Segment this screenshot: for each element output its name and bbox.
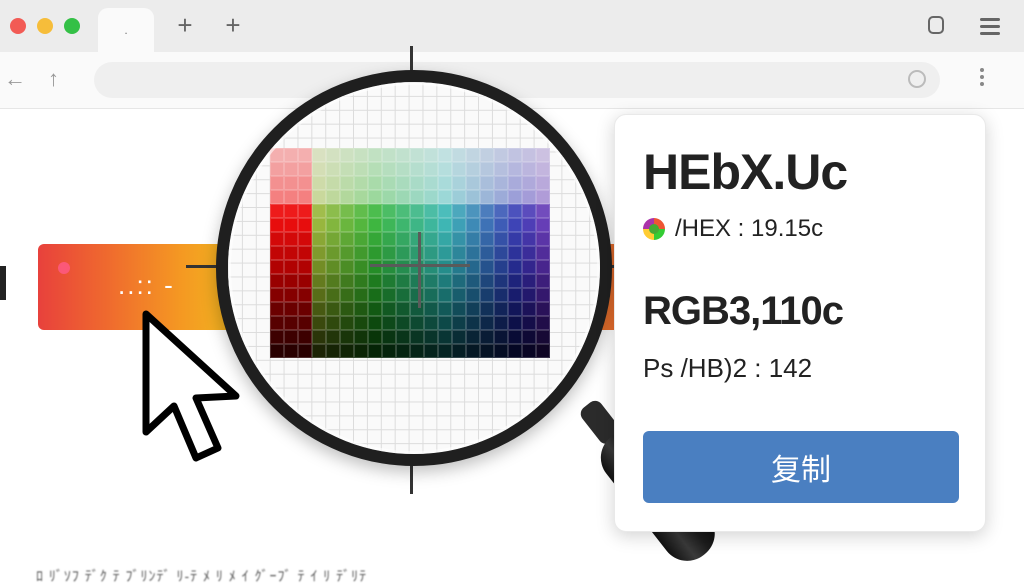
minimize-window-button[interactable] <box>37 18 53 34</box>
rgb-value: RGB3,110c <box>643 289 844 333</box>
color-name-title: HEbX.Uc <box>643 144 848 200</box>
more-options-icon[interactable] <box>980 68 984 89</box>
hsb-value: Ps /HB)2 : 142 <box>643 353 813 383</box>
hex-value: /HEX : 19.15c <box>675 215 824 242</box>
add-button[interactable]: + <box>222 12 244 38</box>
search-icon[interactable] <box>908 70 926 88</box>
page-footer-text: ﾛ ﾘﾞｿﾌ ﾃﾞｸ ﾃ ﾌﾞﾘﾝﾃﾞ ﾘ-ﾃ ﾒ ﾘ ﾒ ｲ ｸﾞｰﾌﾞ ﾃ … <box>36 568 368 584</box>
browser-tab[interactable]: . <box>98 8 154 52</box>
tab-overview-icon[interactable] <box>928 16 944 34</box>
color-wheel-icon <box>643 218 665 240</box>
lens-highlight <box>228 82 600 454</box>
gradient-bar-text: ..:: - <box>118 270 175 300</box>
copy-button[interactable]: 复制 <box>643 431 959 503</box>
upload-icon[interactable]: ↑ <box>48 68 59 90</box>
tab-label: . <box>124 23 128 37</box>
browser-tab-bar: . + + <box>0 0 1024 52</box>
new-tab-button[interactable]: + <box>174 12 196 38</box>
maximize-window-button[interactable] <box>64 18 80 34</box>
hex-row: /HEX : 19.15c <box>643 215 823 243</box>
close-window-button[interactable] <box>10 18 26 34</box>
gradient-handle[interactable] <box>58 262 70 274</box>
back-icon[interactable]: ← <box>4 68 26 90</box>
color-info-panel: HEbX.Uc /HEX : 19.15c RGB3,110c Ps /HB)2… <box>614 114 986 532</box>
edge-marker <box>0 266 6 300</box>
menu-list-icon[interactable] <box>980 16 1000 36</box>
magnifying-glass-icon <box>216 70 612 466</box>
